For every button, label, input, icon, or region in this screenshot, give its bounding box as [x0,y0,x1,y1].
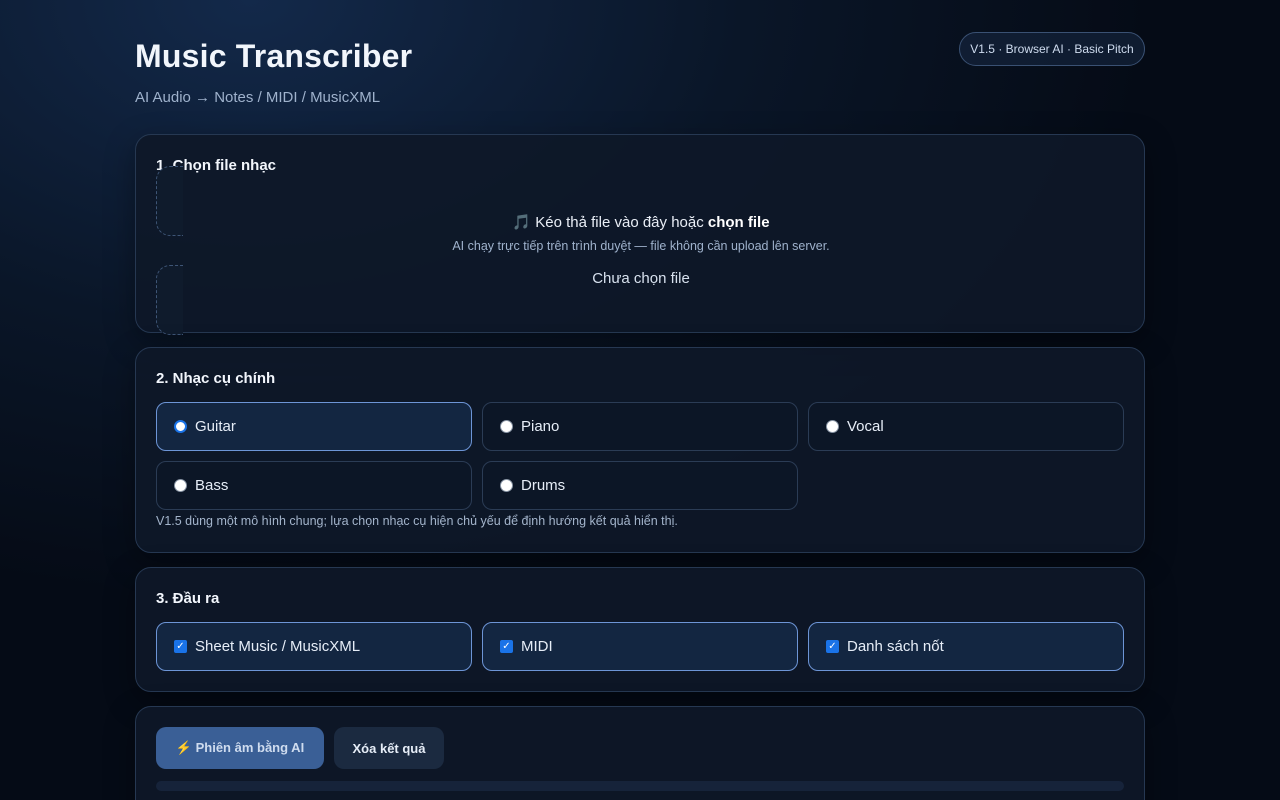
instrument-label: Piano [521,418,560,435]
instrument-label: Vocal [847,418,884,435]
instrument-option-bass[interactable]: Bass [156,461,472,510]
actions-card: ⚡ Phiên âm bằng AI Xóa kết quả [135,706,1145,800]
output-card: 3. Đầu ra ✓ Sheet Music / MusicXML ✓ MID… [135,567,1145,692]
instrument-option-piano[interactable]: Piano [482,402,798,451]
checkbox-checked-icon[interactable]: ✓ [826,640,839,653]
instrument-option-drums[interactable]: Drums [482,461,798,510]
transcribe-button[interactable]: ⚡ Phiên âm bằng AI [156,727,324,769]
instrument-card: 2. Nhạc cụ chính Guitar Piano Vocal Bass… [135,347,1145,553]
output-label: MIDI [521,638,553,655]
radio-icon[interactable] [174,479,187,492]
output-label: Danh sách nốt [847,638,944,655]
checkbox-checked-icon[interactable]: ✓ [500,640,513,653]
output-section-title: 3. Đầu ra [156,590,220,607]
output-option-musicxml[interactable]: ✓ Sheet Music / MusicXML [156,622,472,671]
checkbox-checked-icon[interactable]: ✓ [174,640,187,653]
version-badge: V1.5 · Browser AI · Basic Pitch [959,32,1145,66]
radio-icon[interactable] [500,420,513,433]
radio-icon[interactable] [826,420,839,433]
app-subtitle: AI Audio → Notes / MIDI / MusicXML [135,89,381,106]
output-option-note-list[interactable]: ✓ Danh sách nốt [808,622,1124,671]
radio-icon[interactable] [500,479,513,492]
dropzone-hint: AI chạy trực tiếp trên trình duyệt — fil… [452,239,830,253]
instrument-label: Bass [195,477,229,494]
clear-results-button[interactable]: Xóa kết quả [334,727,444,769]
dropzone-text: 🎵 Kéo thả file vào đây hoặc [512,214,708,231]
radio-selected-icon[interactable] [174,420,187,433]
instrument-section-title: 2. Nhạc cụ chính [156,370,276,387]
dropzone[interactable]: 🎵 Kéo thả file vào đây hoặc chọn file [136,213,1146,231]
file-select-card: 1. Chọn file nhạc 🎵 Kéo thả file vào đây… [135,134,1146,335]
app-title: Music Transcriber [135,38,413,74]
progress-bar [156,781,1124,791]
output-option-midi[interactable]: ✓ MIDI [482,622,798,671]
file-status: Chưa chọn file [592,270,690,287]
header: Music Transcriber [135,38,412,75]
instrument-label: Drums [521,477,566,494]
instrument-note: V1.5 dùng một mô hình chung; lựa chọn nh… [156,514,678,528]
output-label: Sheet Music / MusicXML [195,638,361,655]
choose-file-link[interactable]: chọn file [708,214,770,231]
instrument-option-vocal[interactable]: Vocal [808,402,1124,451]
instrument-option-guitar[interactable]: Guitar [156,402,472,451]
instrument-label: Guitar [195,418,236,435]
